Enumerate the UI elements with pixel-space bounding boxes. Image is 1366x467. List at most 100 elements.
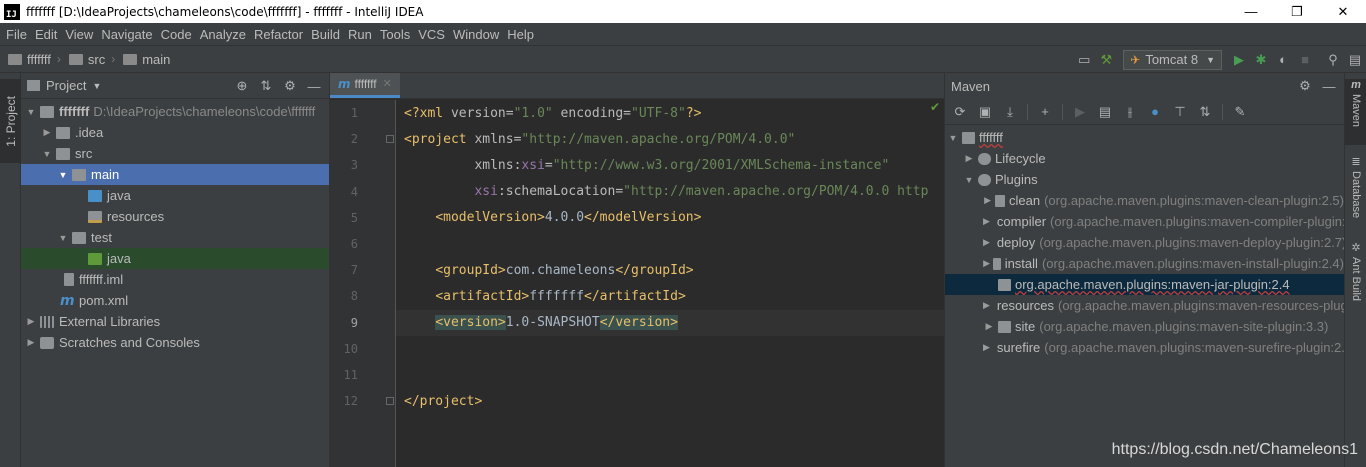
- expanded-arrow-icon[interactable]: ▼: [57, 170, 69, 180]
- collapsed-arrow-icon[interactable]: ▶: [963, 153, 975, 164]
- expanded-arrow-icon[interactable]: ▼: [947, 133, 959, 143]
- collapsed-arrow-icon[interactable]: ▶: [41, 127, 53, 138]
- search-everywhere-icon[interactable]: ▤: [1344, 49, 1366, 71]
- maven-plugin-site[interactable]: ▶ site (org.apache.maven.plugins:maven-s…: [945, 316, 1344, 337]
- maven-tool-tab[interactable]: m Maven: [1345, 79, 1366, 145]
- coverage-icon[interactable]: ◐: [1272, 49, 1294, 71]
- stop-icon[interactable]: ■: [1294, 49, 1316, 71]
- collapsed-arrow-icon[interactable]: ▶: [983, 321, 995, 332]
- tree-item-main-java[interactable]: java: [21, 185, 329, 206]
- expanded-arrow-icon[interactable]: ▼: [41, 149, 53, 159]
- maven-plugin-install[interactable]: ▶ install (org.apache.maven.plugins:mave…: [945, 253, 1344, 274]
- close-tab-icon[interactable]: ✕: [383, 77, 392, 90]
- menu-edit[interactable]: Edit: [31, 27, 61, 42]
- debug-icon[interactable]: ✱: [1250, 49, 1272, 71]
- fold-marker-icon[interactable]: [386, 397, 394, 406]
- run-icon[interactable]: ▶: [1228, 49, 1250, 71]
- generate-sources-icon[interactable]: ▣: [974, 104, 996, 120]
- tree-item-main[interactable]: ▼ main: [21, 164, 329, 185]
- tree-item-idea[interactable]: ▶ .idea: [21, 122, 329, 143]
- collapsed-arrow-icon[interactable]: ▶: [983, 237, 990, 248]
- hide-icon[interactable]: —: [305, 79, 323, 94]
- tree-item-iml[interactable]: fffffff.iml: [21, 269, 329, 290]
- expanded-arrow-icon[interactable]: ▼: [25, 107, 37, 117]
- code-editor[interactable]: 1 <?xml version="1.0" encoding="UTF-8"?>…: [344, 100, 944, 467]
- gear-icon[interactable]: ⚙: [281, 78, 299, 94]
- minimize-button[interactable]: —: [1228, 0, 1274, 23]
- menu-file[interactable]: File: [2, 27, 31, 42]
- collapsed-arrow-icon[interactable]: ▶: [983, 300, 990, 311]
- tree-item-src[interactable]: ▼ src: [21, 143, 329, 164]
- menu-code[interactable]: Code: [157, 27, 196, 42]
- menu-view[interactable]: View: [61, 27, 97, 42]
- maven-plugin-jar[interactable]: org.apache.maven.plugins:maven-jar-plugi…: [945, 274, 1344, 295]
- wrench-icon[interactable]: ✎: [1229, 104, 1251, 120]
- add-icon[interactable]: +: [1034, 104, 1056, 119]
- tree-item-label: resources: [107, 209, 165, 224]
- maven-project-root[interactable]: ▼ fffffff: [945, 127, 1344, 148]
- project-structure-icon[interactable]: ▭: [1073, 49, 1095, 71]
- maven-plugin-resources[interactable]: ▶ resources (org.apache.maven.plugins:ma…: [945, 295, 1344, 316]
- collapse-all-icon[interactable]: ⇅: [1194, 104, 1216, 120]
- tree-item-test-java[interactable]: java: [21, 248, 329, 269]
- database-tool-tab[interactable]: ≣ Database: [1345, 155, 1366, 237]
- breadcrumb-project[interactable]: fffffff ›: [8, 52, 61, 67]
- build-hammer-icon[interactable]: ⚒: [1095, 49, 1117, 71]
- tree-item-resources[interactable]: resources: [21, 206, 329, 227]
- menu-window[interactable]: Window: [449, 27, 503, 42]
- maven-plugin-deploy[interactable]: ▶ deploy (org.apache.maven.plugins:maven…: [945, 232, 1344, 253]
- search-icon[interactable]: ⚲: [1322, 49, 1344, 71]
- toggle-offline-icon[interactable]: ⫲: [1119, 104, 1141, 120]
- project-view-selector[interactable]: Project: [46, 78, 86, 93]
- chevron-down-icon[interactable]: ▼: [92, 81, 101, 91]
- maven-plugin-clean[interactable]: ▶ clean (org.apache.maven.plugins:maven-…: [945, 190, 1344, 211]
- run-configuration-dropdown[interactable]: ✈ Tomcat 8 ▼: [1123, 49, 1222, 70]
- download-icon[interactable]: ⤓: [999, 104, 1021, 120]
- menu-refactor[interactable]: Refactor: [250, 27, 307, 42]
- menu-help[interactable]: Help: [503, 27, 538, 42]
- collapse-all-icon[interactable]: ⇅: [257, 78, 275, 94]
- run-icon[interactable]: ▶: [1069, 104, 1091, 120]
- maven-plugin-surefire[interactable]: ▶ surefire (org.apache.maven.plugins:mav…: [945, 337, 1344, 358]
- expanded-arrow-icon[interactable]: ▼: [57, 233, 69, 243]
- maven-plugin-compiler[interactable]: ▶ compiler (org.apache.maven.plugins:mav…: [945, 211, 1344, 232]
- fold-marker-icon[interactable]: [386, 135, 394, 144]
- lifecycle-icon: [978, 152, 991, 165]
- locate-icon[interactable]: ⊕: [233, 78, 251, 94]
- tree-item-test[interactable]: ▼ test: [21, 227, 329, 248]
- collapsed-arrow-icon[interactable]: ▶: [983, 216, 990, 227]
- ant-build-tool-tab[interactable]: ✲ Ant Build: [1345, 241, 1366, 321]
- maven-plugins[interactable]: ▼ Plugins: [945, 169, 1344, 190]
- collapsed-arrow-icon[interactable]: ▶: [983, 258, 990, 269]
- tree-item-scratches[interactable]: ▶ Scratches and Consoles: [21, 332, 329, 353]
- close-button[interactable]: ✕: [1320, 0, 1366, 23]
- menu-build[interactable]: Build: [307, 27, 344, 42]
- menu-tools[interactable]: Tools: [376, 27, 414, 42]
- reimport-icon[interactable]: ⟳: [949, 104, 971, 120]
- maven-lifecycle-label: Lifecycle: [995, 151, 1046, 166]
- collapsed-arrow-icon[interactable]: ▶: [983, 195, 992, 206]
- maven-lifecycle[interactable]: ▶ Lifecycle: [945, 148, 1344, 169]
- collapsed-arrow-icon[interactable]: ▶: [25, 337, 37, 348]
- editor-tab-pom[interactable]: m fffffff ✕: [330, 73, 400, 98]
- menu-vcs[interactable]: VCS: [414, 27, 449, 42]
- show-dependencies-icon[interactable]: ⊤: [1169, 104, 1191, 120]
- tree-item-root[interactable]: ▼ fffffff D:\IdeaProjects\chameleons\cod…: [21, 101, 329, 122]
- breadcrumb-main[interactable]: main: [123, 52, 170, 67]
- tree-item-external-libraries[interactable]: ▶ External Libraries: [21, 311, 329, 332]
- menu-run[interactable]: Run: [344, 27, 376, 42]
- maximize-button[interactable]: ❐: [1274, 0, 1320, 23]
- plugin-detail: (org.apache.maven.plugins:maven-deploy-p…: [1039, 235, 1344, 250]
- menu-analyze[interactable]: Analyze: [196, 27, 250, 42]
- hide-icon[interactable]: —: [1320, 79, 1338, 94]
- breadcrumb-src[interactable]: src ›: [68, 52, 115, 67]
- menu-navigate[interactable]: Navigate: [97, 27, 156, 42]
- gear-icon[interactable]: ⚙: [1296, 78, 1314, 94]
- run-config-icon[interactable]: ▤: [1094, 104, 1116, 120]
- collapsed-arrow-icon[interactable]: ▶: [983, 342, 990, 353]
- expanded-arrow-icon[interactable]: ▼: [963, 175, 975, 185]
- project-tool-tab[interactable]: 1: Project: [0, 79, 21, 163]
- skip-tests-icon[interactable]: ●: [1144, 104, 1166, 119]
- tree-item-pom[interactable]: m pom.xml: [21, 290, 329, 311]
- collapsed-arrow-icon[interactable]: ▶: [25, 316, 37, 327]
